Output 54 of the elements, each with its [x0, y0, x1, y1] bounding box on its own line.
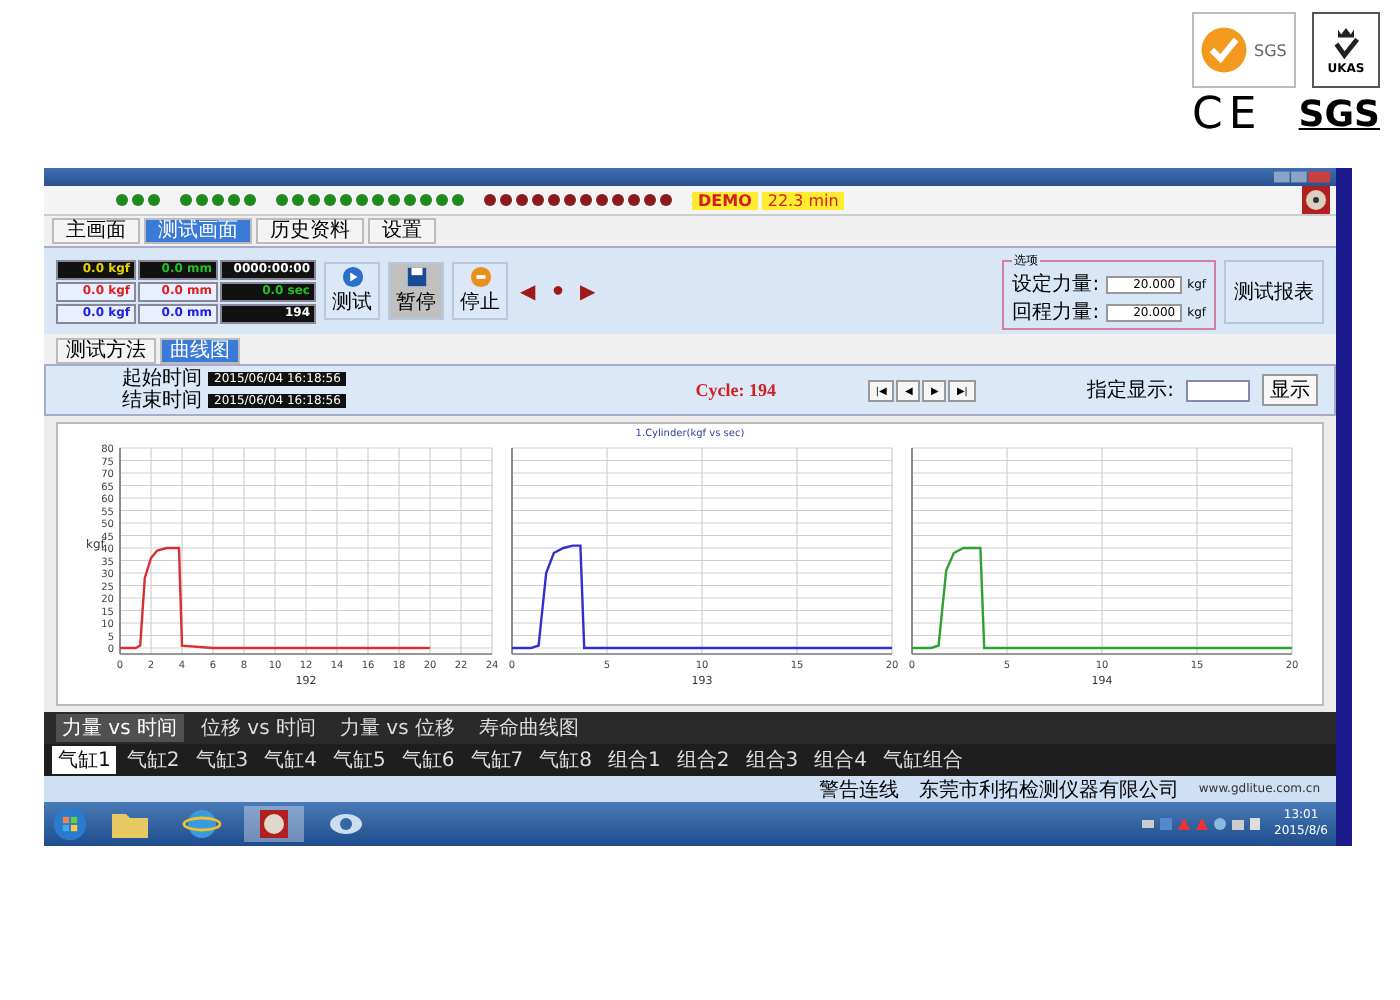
tab[interactable]: 组合3: [739, 746, 805, 774]
nav-button[interactable]: ●: [548, 280, 569, 302]
field-label: 起始时间: [120, 368, 202, 390]
show-button[interactable]: 显示: [1262, 374, 1318, 406]
play-icon: [341, 266, 363, 288]
tab[interactable]: 气缸组合: [877, 746, 969, 774]
badge-label: SGS: [1254, 41, 1287, 59]
tab[interactable]: 组合1: [602, 746, 667, 774]
tab[interactable]: 气缸5: [327, 746, 392, 774]
tab[interactable]: 力量 vs 时间: [56, 714, 183, 742]
toolbar-button[interactable]: 停止: [452, 262, 508, 320]
elapsed-time: 22.3 min: [761, 191, 845, 209]
ce-mark: CE: [1192, 94, 1263, 138]
brand-mark: SGS: [1298, 98, 1380, 134]
tab[interactable]: 组合2: [670, 746, 736, 774]
nav-button[interactable]: ◀: [516, 279, 540, 303]
nav-button[interactable]: ▶: [576, 279, 601, 303]
report-button[interactable]: 测试报表: [1224, 259, 1324, 323]
tab[interactable]: 气缸7: [464, 746, 530, 774]
tab[interactable]: 气缸6: [395, 746, 461, 774]
tab[interactable]: 力量 vs 位移: [334, 714, 461, 742]
tab[interactable]: 气缸2: [120, 746, 186, 774]
field-label: 指定显示:: [1087, 377, 1174, 404]
tab[interactable]: 历史资料: [256, 218, 364, 244]
tab[interactable]: 气缸1: [52, 746, 117, 774]
save-icon: [405, 266, 427, 288]
tab[interactable]: 测试画面: [144, 218, 252, 244]
app-window-icon[interactable]: [244, 806, 304, 842]
field-label: 回程力量:: [1012, 299, 1100, 326]
input-field[interactable]: [1186, 379, 1250, 401]
tab[interactable]: 组合4: [808, 746, 873, 774]
toolbar-button[interactable]: 测试: [324, 262, 380, 320]
check-circle-icon: [1198, 24, 1250, 76]
tab[interactable]: 位移 vs 时间: [195, 714, 322, 742]
stop-icon: [469, 266, 491, 288]
crown-check-icon: [1330, 25, 1362, 61]
tab[interactable]: 气缸3: [189, 746, 255, 774]
status-text: 警告连线: [818, 777, 899, 803]
company-name: 东莞市利拓检测仪器有限公司: [918, 777, 1179, 803]
field-label: 结束时间: [120, 390, 202, 412]
cycle-count: Cycle: 194: [695, 380, 776, 400]
demo-label: DEMO: [692, 191, 758, 209]
tab[interactable]: 测试方法: [56, 338, 156, 364]
field-label: 设定力量:: [1012, 271, 1100, 298]
window-controls-icon[interactable]: [1274, 170, 1330, 184]
tab[interactable]: 气缸8: [533, 746, 598, 774]
tab[interactable]: 气缸4: [258, 746, 323, 774]
tab[interactable]: 曲线图: [160, 338, 240, 364]
start-button-icon[interactable]: [52, 806, 88, 842]
tab[interactable]: 主画面: [52, 218, 140, 244]
tray-icons[interactable]: [1142, 814, 1263, 834]
toolbar-button[interactable]: 暂停: [388, 262, 444, 320]
tab[interactable]: 寿命曲线图: [473, 714, 585, 742]
tab[interactable]: 设置: [368, 218, 436, 244]
